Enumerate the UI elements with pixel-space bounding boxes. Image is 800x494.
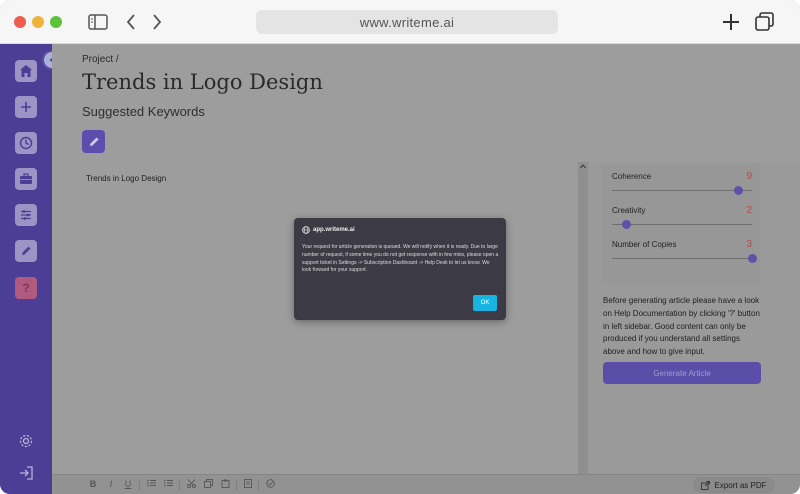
dialog-origin: app.writeme.ai: [302, 226, 355, 234]
slider-track[interactable]: [612, 190, 752, 191]
logout-icon[interactable]: [17, 464, 35, 482]
param-value: 9: [746, 171, 752, 182]
page-title: Trends in Logo Design: [82, 70, 323, 94]
param-copies: Number of Copies 3: [612, 239, 757, 270]
browser-window: www.writeme.ai ? Project / Trends in Log…: [0, 0, 800, 494]
param-value: 3: [746, 239, 752, 250]
spellcheck-icon[interactable]: [264, 479, 276, 490]
sidebar-icon[interactable]: [86, 10, 110, 34]
chevron-right-icon[interactable]: [148, 10, 166, 34]
clock-icon[interactable]: [15, 132, 37, 154]
toolbar-divider: [236, 480, 237, 490]
toolbar-divider: [139, 480, 140, 490]
italic-button[interactable]: I: [105, 479, 117, 489]
param-creativity: Creativity 2: [612, 205, 752, 236]
param-label: Coherence: [612, 172, 652, 181]
plus-icon[interactable]: [15, 96, 37, 118]
numbered-list-icon[interactable]: [162, 479, 174, 489]
cut-icon[interactable]: [185, 479, 197, 490]
home-icon[interactable]: [15, 60, 37, 82]
slider-thumb[interactable]: [621, 220, 631, 229]
notification-dialog: app.writeme.ai Your request for article …: [294, 218, 506, 320]
minimize-window-button[interactable]: [32, 16, 44, 28]
scroll-up-icon[interactable]: [580, 164, 586, 171]
help-label: ?: [22, 281, 30, 295]
breadcrumb[interactable]: Project /: [82, 54, 119, 65]
param-label: Creativity: [612, 206, 646, 215]
ok-button[interactable]: OK: [473, 295, 497, 311]
slider-thumb[interactable]: [733, 186, 743, 195]
param-value: 2: [746, 205, 752, 216]
document-icon[interactable]: [242, 479, 254, 490]
dialog-origin-text: app.writeme.ai: [313, 227, 355, 233]
param-label: Number of Copies: [612, 240, 677, 249]
browser-titlebar: www.writeme.ai: [0, 0, 800, 44]
slider-track[interactable]: [612, 224, 752, 225]
question-icon[interactable]: ?: [15, 277, 37, 299]
chevron-left-icon[interactable]: [122, 10, 140, 34]
tabs-icon[interactable]: [754, 10, 776, 34]
bullet-list-icon[interactable]: [145, 479, 157, 489]
gear-icon[interactable]: [17, 432, 35, 450]
pencil-icon: [89, 137, 98, 146]
close-window-button[interactable]: [14, 16, 26, 28]
export-label: Export as PDF: [714, 480, 767, 490]
app-sidebar: ?: [0, 44, 52, 494]
help-text: Before generating article please have a …: [603, 296, 760, 357]
paste-icon[interactable]: [219, 479, 231, 490]
dialog-message: Your request for article generation is q…: [302, 244, 499, 274]
editor-scrollbar[interactable]: [578, 162, 588, 474]
pencil-icon[interactable]: [15, 240, 37, 262]
editor-toolbar: B I U Export as PDF: [52, 474, 800, 494]
briefcase-icon[interactable]: [15, 168, 37, 190]
bold-button[interactable]: B: [87, 479, 99, 489]
slider-thumb[interactable]: [747, 254, 757, 263]
editor-content: Trends in Logo Design: [86, 174, 167, 183]
copy-icon[interactable]: [202, 479, 214, 490]
toolbar-divider: [179, 480, 180, 490]
export-pdf-button[interactable]: Export as PDF: [693, 477, 775, 493]
generate-article-button[interactable]: Generate Article: [603, 362, 761, 384]
url-text: www.writeme.ai: [359, 14, 455, 30]
maximize-window-button[interactable]: [50, 16, 62, 28]
plus-icon[interactable]: [720, 10, 742, 34]
slider-track[interactable]: [612, 258, 752, 259]
external-link-icon: [701, 480, 711, 490]
toolbar-divider: [258, 480, 259, 490]
section-label: Suggested Keywords: [82, 104, 205, 119]
sliders-icon[interactable]: [15, 204, 37, 226]
globe-icon: [302, 226, 310, 234]
params-card: Coherence 9 Creativity 2 Number of Copie…: [602, 164, 760, 284]
param-coherence: Coherence 9: [612, 171, 752, 202]
edit-keywords-button[interactable]: [82, 130, 105, 153]
address-bar[interactable]: www.writeme.ai: [256, 10, 558, 34]
underline-button[interactable]: U: [122, 479, 134, 489]
